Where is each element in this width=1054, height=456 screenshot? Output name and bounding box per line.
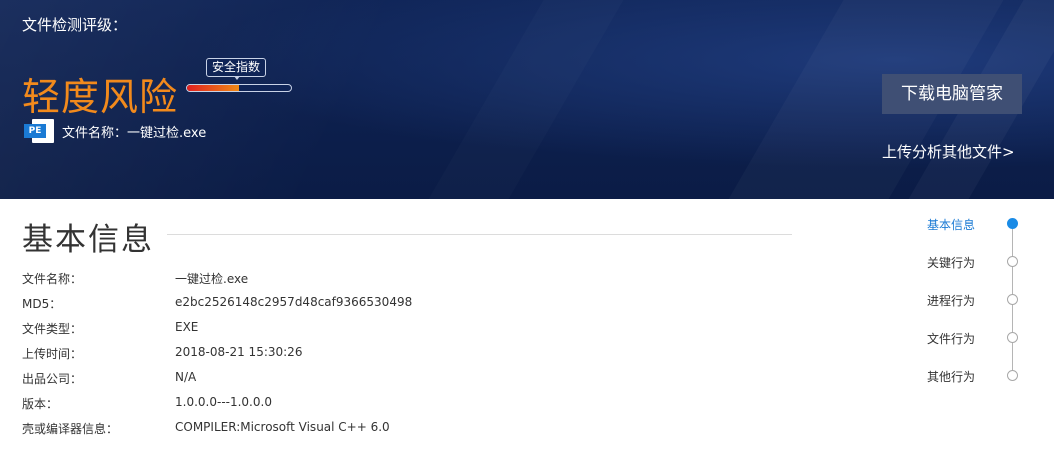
- safety-index-bar: [186, 84, 292, 92]
- info-row: MD5： e2bc2526148c2957d48caf9366530498: [22, 291, 722, 316]
- pe-file-icon: PE: [24, 119, 54, 143]
- basic-info-table: 文件名称： 一键过检.exe MD5： e2bc2526148c2957d48c…: [22, 266, 722, 441]
- risk-level: 轻度风险: [22, 75, 179, 119]
- side-nav-label: 其他行为: [927, 370, 976, 384]
- section-divider: [167, 234, 792, 235]
- upload-other-file-link[interactable]: 上传分析其他文件>: [882, 141, 1015, 162]
- file-name-label: 文件名称：: [62, 125, 128, 141]
- download-pc-manager-button[interactable]: 下载电脑管家: [882, 74, 1022, 114]
- risk-banner: 文件检测评级： 轻度风险 安全指数 PE 文件名称： 一键过检.exe 下载电脑…: [0, 0, 1054, 199]
- info-value: COMPILER:Microsoft Visual C++ 6.0: [175, 420, 390, 434]
- info-row: 壳或编译器信息： COMPILER:Microsoft Visual C++ 6…: [22, 416, 722, 441]
- banner-decoration: [393, 0, 646, 199]
- side-nav-label: 文件行为: [927, 332, 976, 346]
- side-nav-dot-icon: [1007, 370, 1018, 381]
- info-key: 文件名称：: [22, 272, 83, 286]
- info-key: 文件类型：: [22, 322, 83, 336]
- section-title: 基本信息: [22, 222, 154, 258]
- side-nav-label: 进程行为: [927, 294, 976, 308]
- info-key: 壳或编译器信息：: [22, 422, 119, 436]
- info-value: 2018-08-21 15:30:26: [175, 345, 303, 359]
- eval-title: 文件检测评级：: [22, 16, 128, 34]
- info-key: 出品公司：: [22, 372, 83, 386]
- info-value: 一键过检.exe: [175, 272, 249, 286]
- side-nav: 基本信息 关键行为 进程行为 文件行为 其他行为: [900, 212, 1054, 392]
- side-nav-dot-icon: [1007, 294, 1018, 305]
- side-nav-item-key-behavior[interactable]: 关键行为: [900, 250, 1040, 274]
- side-nav-dot-icon: [1007, 332, 1018, 343]
- info-key: 上传时间：: [22, 347, 83, 361]
- file-name-value: 一键过检.exe: [127, 125, 207, 141]
- info-row: 文件名称： 一键过检.exe: [22, 266, 722, 291]
- safety-index-fill: [187, 85, 239, 91]
- side-nav-label: 关键行为: [927, 256, 976, 270]
- info-row: 上传时间： 2018-08-21 15:30:26: [22, 341, 722, 366]
- info-key: 版本：: [22, 397, 59, 411]
- info-row: 文件类型： EXE: [22, 316, 722, 341]
- side-nav-item-basic-info[interactable]: 基本信息: [900, 212, 1040, 236]
- file-name-row: PE 文件名称： 一键过检.exe: [24, 118, 206, 144]
- info-value: e2bc2526148c2957d48caf9366530498: [175, 295, 413, 309]
- side-nav-dot-icon: [1007, 218, 1018, 229]
- pe-file-icon-text: PE: [24, 124, 46, 138]
- info-key: MD5：: [22, 297, 62, 311]
- safety-index: 安全指数: [186, 58, 292, 94]
- side-nav-dot-icon: [1007, 256, 1018, 267]
- info-value: EXE: [175, 320, 199, 334]
- info-row: 出品公司： N/A: [22, 366, 722, 391]
- info-row: 版本： 1.0.0.0---1.0.0.0: [22, 391, 722, 416]
- side-nav-item-other-behavior[interactable]: 其他行为: [900, 364, 1040, 388]
- safety-index-label: 安全指数: [206, 58, 267, 80]
- info-value: N/A: [175, 370, 197, 384]
- info-value: 1.0.0.0---1.0.0.0: [175, 395, 272, 409]
- side-nav-item-process-behavior[interactable]: 进程行为: [900, 288, 1040, 312]
- side-nav-label: 基本信息: [927, 218, 976, 232]
- side-nav-item-file-behavior[interactable]: 文件行为: [900, 326, 1040, 350]
